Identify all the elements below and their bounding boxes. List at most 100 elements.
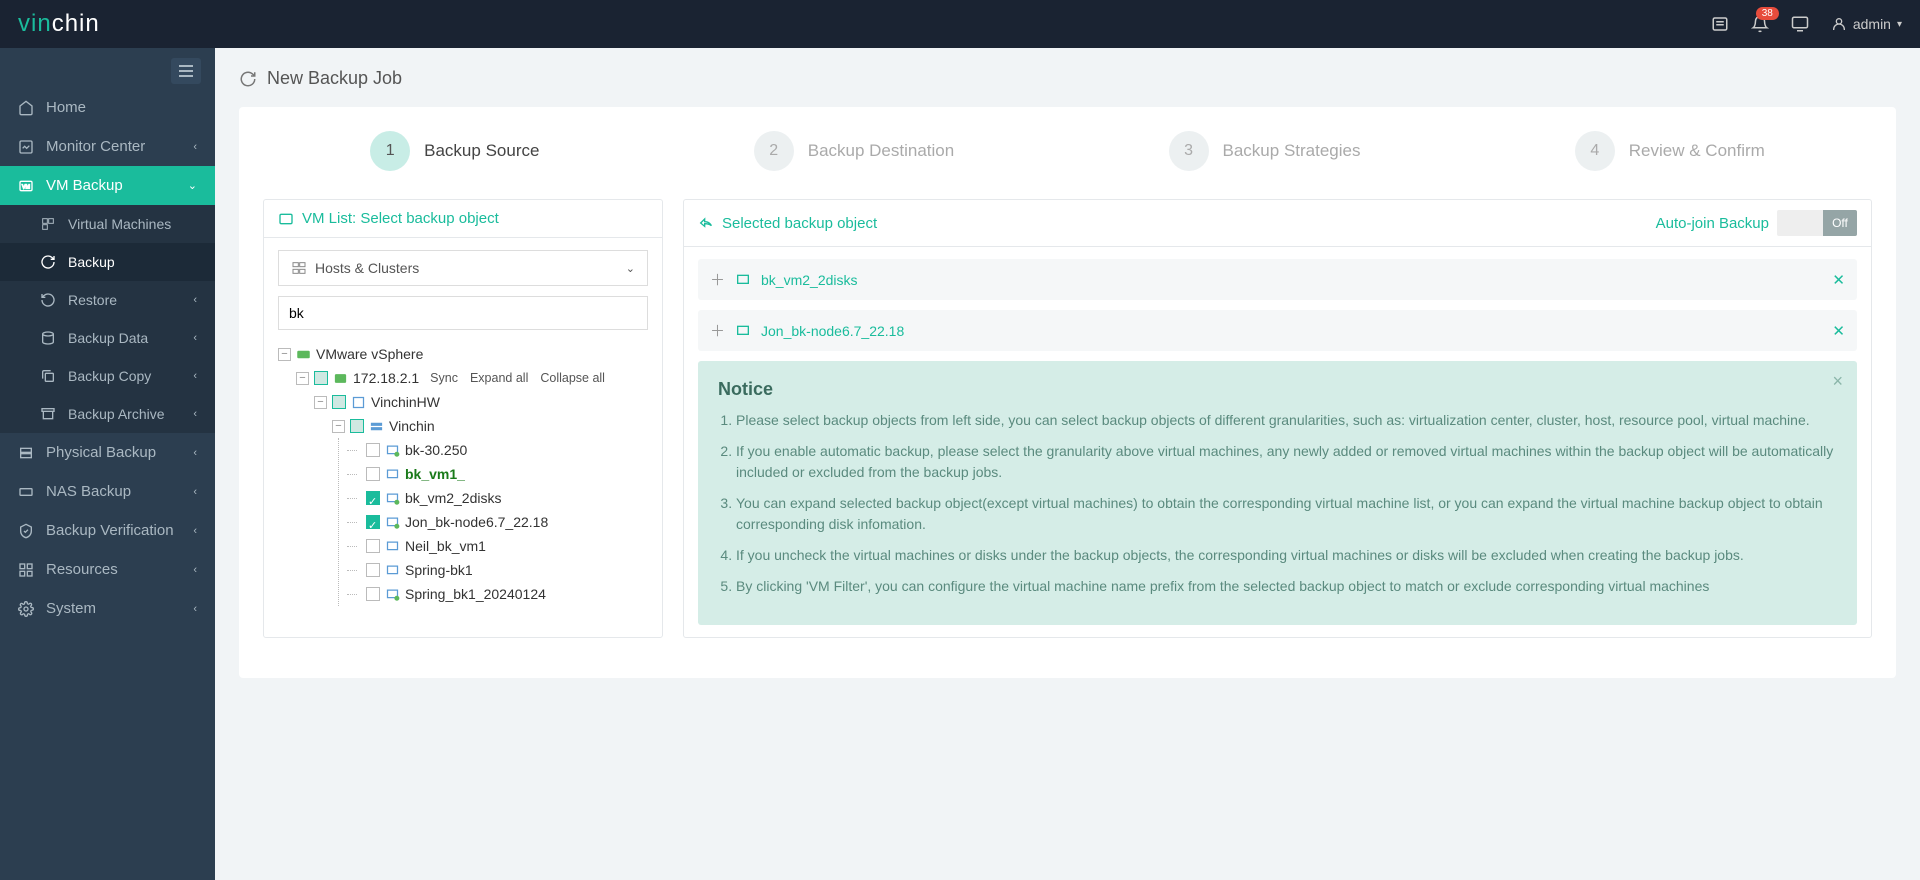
sidebar-item-nas[interactable]: NAS Backup‹ — [0, 472, 215, 511]
tree-vm[interactable]: Jon_bk-node6.7_22.18 — [405, 510, 548, 534]
tree-vm[interactable]: Neil_bk_vm1 — [405, 534, 486, 558]
chevron-down-icon: ⌄ — [626, 262, 635, 275]
vm-tree: − VMware vSphere − 172.18.2.1 Sync Expand … — [278, 342, 648, 606]
tree-vm[interactable]: bk_vm2_2disks — [405, 486, 502, 510]
bell-icon[interactable]: 38 — [1751, 15, 1769, 33]
tree-cluster[interactable]: Vinchin — [389, 414, 435, 438]
tree-host[interactable]: 172.18.2.1 — [353, 366, 419, 390]
checkbox[interactable] — [350, 419, 364, 433]
tree-toggle[interactable]: − — [296, 372, 309, 385]
notice-item: You can expand selected backup object(ex… — [736, 493, 1837, 535]
selected-panel: Selected backup object Auto-join Backup … — [683, 199, 1872, 638]
vsphere-icon — [296, 347, 311, 362]
notice-title: Notice — [718, 379, 1837, 400]
sidebar-item-vms[interactable]: Virtual Machines — [0, 205, 215, 243]
checkbox[interactable] — [366, 515, 380, 529]
sidebar-item-vmbackup[interactable]: VMVM Backup⌄ — [0, 166, 215, 205]
checkbox[interactable] — [366, 563, 380, 577]
tree-vm[interactable]: bk-30.250 — [405, 438, 467, 462]
chevron-down-icon: ▾ — [1897, 19, 1902, 30]
wizard-steps: 1Backup Source 2Backup Destination 3Back… — [263, 131, 1872, 171]
vm-icon — [385, 443, 400, 458]
vm-icon — [385, 491, 400, 506]
sidebar-item-physical[interactable]: Physical Backup‹ — [0, 433, 215, 472]
tree-vm[interactable]: Spring-bk1 — [405, 558, 473, 582]
expand-icon[interactable]: ＋ — [710, 320, 725, 341]
notification-badge: 38 — [1756, 7, 1779, 20]
page-title: New Backup Job — [239, 68, 1896, 89]
checkbox[interactable] — [366, 587, 380, 601]
sidebar-item-system[interactable]: System‹ — [0, 589, 215, 628]
tree-toggle[interactable]: − — [314, 396, 327, 409]
host-icon — [333, 371, 348, 386]
view-selector[interactable]: Hosts & Clusters⌄ — [278, 250, 648, 286]
user-menu[interactable]: admin▾ — [1831, 16, 1902, 32]
vm-icon — [385, 587, 400, 602]
sidebar-item-home[interactable]: Home — [0, 88, 215, 127]
chevron-left-icon: ‹ — [193, 141, 197, 153]
vm-icon — [735, 323, 751, 339]
sidebar-item-backuparchive[interactable]: Backup Archive‹ — [0, 395, 215, 433]
step-1[interactable]: 1Backup Source — [370, 131, 539, 171]
hosts-icon — [291, 260, 307, 276]
sidebar-item-backup[interactable]: Backup — [0, 243, 215, 281]
cluster-icon — [369, 419, 384, 434]
checkbox[interactable] — [366, 539, 380, 553]
checkbox[interactable] — [366, 491, 380, 505]
checkbox[interactable] — [332, 395, 346, 409]
share-icon — [698, 215, 714, 231]
notice-box: × Notice Please select backup objects fr… — [698, 361, 1857, 625]
notice-item: If you enable automatic backup, please s… — [736, 441, 1837, 483]
list-icon[interactable] — [1711, 15, 1729, 33]
sidebar-item-verify[interactable]: Backup Verification‹ — [0, 511, 215, 550]
top-bar: vinchin 38 admin▾ — [0, 0, 1920, 48]
selected-item: ＋ bk_vm2_2disks ✕ — [698, 259, 1857, 300]
vm-icon — [735, 272, 751, 288]
vm-icon — [385, 539, 400, 554]
autojoin-toggle[interactable]: Off — [1777, 210, 1857, 236]
vm-icon — [385, 467, 400, 482]
remove-button[interactable]: ✕ — [1832, 271, 1845, 289]
vm-icon — [278, 211, 294, 227]
sidebar-item-restore[interactable]: Restore‹ — [0, 281, 215, 319]
selected-item-name: bk_vm2_2disks — [761, 272, 858, 288]
tree-dc[interactable]: VinchinHW — [371, 390, 440, 414]
svg-text:VM: VM — [22, 184, 30, 190]
step-2[interactable]: 2Backup Destination — [754, 131, 954, 171]
notice-item: Please select backup objects from left s… — [736, 410, 1837, 431]
expand-all-button[interactable]: Expand all — [470, 366, 528, 390]
datacenter-icon — [351, 395, 366, 410]
sidebar-item-monitor[interactable]: Monitor Center‹ — [0, 127, 215, 166]
notice-item: If you uncheck the virtual machines or d… — [736, 545, 1837, 566]
checkbox[interactable] — [366, 443, 380, 457]
sync-button[interactable]: Sync — [430, 366, 458, 390]
tree-toggle[interactable]: − — [332, 420, 345, 433]
sidebar-toggle[interactable] — [171, 58, 201, 84]
collapse-all-button[interactable]: Collapse all — [540, 366, 605, 390]
logo: vinchin — [18, 10, 100, 38]
selected-item-name: Jon_bk-node6.7_22.18 — [761, 323, 904, 339]
remove-button[interactable]: ✕ — [1832, 322, 1845, 340]
vm-icon — [385, 563, 400, 578]
autojoin-label: Auto-join Backup — [1656, 215, 1769, 232]
step-4[interactable]: 4Review & Confirm — [1575, 131, 1765, 171]
checkbox[interactable] — [366, 467, 380, 481]
tree-toggle[interactable]: − — [278, 348, 291, 361]
close-icon[interactable]: × — [1832, 371, 1843, 392]
step-3[interactable]: 3Backup Strategies — [1169, 131, 1361, 171]
sidebar-item-resources[interactable]: Resources‹ — [0, 550, 215, 589]
checkbox[interactable] — [314, 371, 328, 385]
selected-item: ＋ Jon_bk-node6.7_22.18 ✕ — [698, 310, 1857, 351]
notice-item: By clicking 'VM Filter', you can configu… — [736, 576, 1837, 597]
vm-list-panel: VM List: Select backup object Hosts & Cl… — [263, 199, 663, 638]
tree-vm[interactable]: Spring_bk1_20240124 — [405, 582, 546, 606]
refresh-icon — [239, 70, 257, 88]
tree-root[interactable]: VMware vSphere — [316, 342, 423, 366]
expand-icon[interactable]: ＋ — [710, 269, 725, 290]
monitor-icon[interactable] — [1791, 15, 1809, 33]
chevron-down-icon: ⌄ — [188, 179, 197, 192]
search-input[interactable] — [278, 296, 648, 330]
sidebar-item-backupcopy[interactable]: Backup Copy‹ — [0, 357, 215, 395]
tree-vm[interactable]: bk_vm1_ — [405, 462, 465, 486]
sidebar-item-backupdata[interactable]: Backup Data‹ — [0, 319, 215, 357]
